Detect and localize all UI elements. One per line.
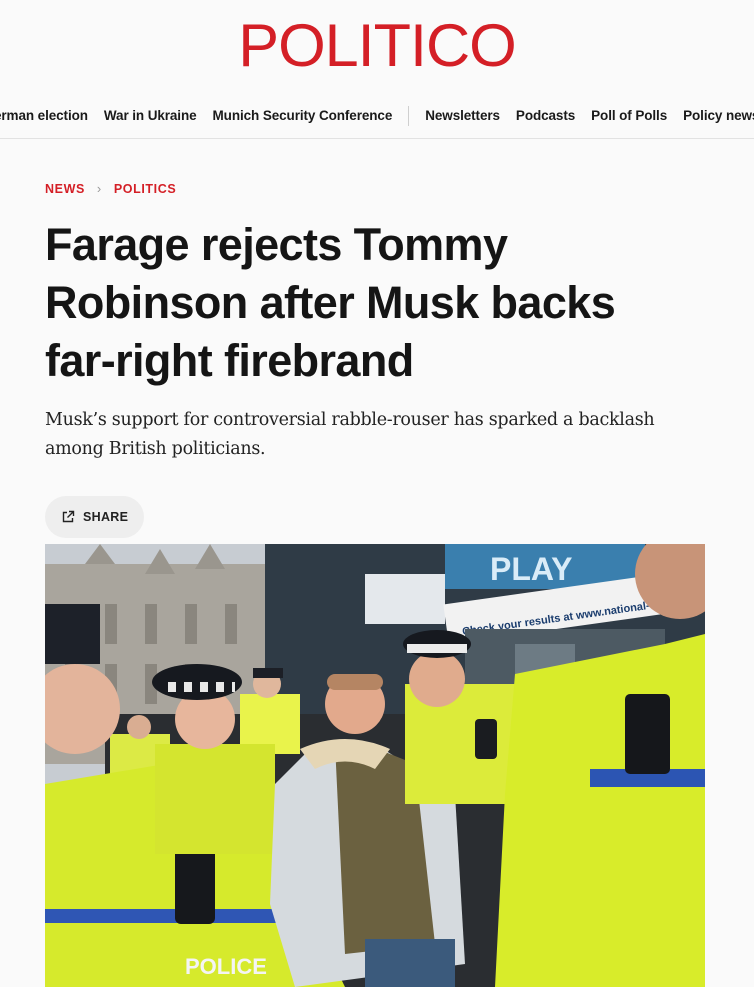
storefront-sign: PLAY — [490, 551, 572, 587]
chevron-right-icon: › — [96, 181, 102, 196]
politico-logo[interactable]: POLITICO — [238, 16, 517, 76]
section-nav: erman election War in Ukraine Munich Sec… — [0, 92, 754, 139]
breadcrumb-news-link[interactable]: NEWS — [45, 182, 85, 196]
nav-item-policy-news[interactable]: Policy news — [683, 108, 754, 123]
nav-divider — [408, 105, 410, 126]
nav-item-podcasts[interactable]: Podcasts — [516, 108, 575, 123]
nav-item-poll-of-polls[interactable]: Poll of Polls — [591, 108, 667, 123]
article-dek: Musk’s support for controversial rabble-… — [45, 410, 655, 459]
police-vest-label: POLICE — [185, 954, 267, 979]
share-button[interactable]: SHARE — [45, 496, 145, 538]
nav-item-ukraine[interactable]: War in Ukraine — [104, 108, 197, 123]
masthead: POLITICO — [0, 0, 754, 92]
nav-items: erman election War in Ukraine Munich Sec… — [0, 92, 754, 138]
breadcrumb: NEWS › POLITICS — [45, 181, 709, 196]
nav-item-election[interactable]: erman election — [0, 108, 88, 123]
article-hero-photo[interactable]: PLAY Check your results at www.national-… — [45, 544, 705, 987]
share-icon — [62, 510, 75, 523]
photo-illustration: PLAY Check your results at www.national-… — [45, 544, 705, 987]
breadcrumb-politics-link[interactable]: POLITICS — [114, 182, 176, 196]
nav-item-munich[interactable]: Munich Security Conference — [213, 108, 393, 123]
article: NEWS › POLITICS Farage rejects Tommy Rob… — [0, 181, 754, 538]
nav-item-newsletters[interactable]: Newsletters — [425, 108, 500, 123]
share-label: SHARE — [83, 510, 129, 524]
article-headline: Farage rejects Tommy Robinson after Musk… — [45, 219, 616, 386]
